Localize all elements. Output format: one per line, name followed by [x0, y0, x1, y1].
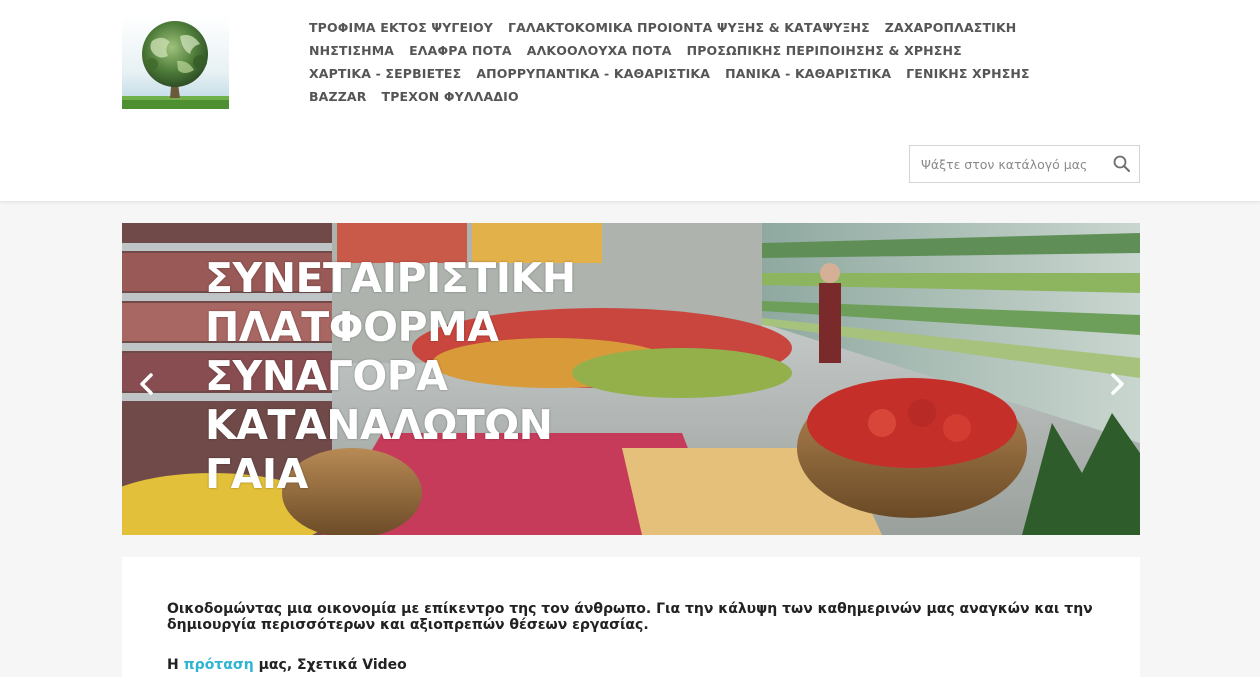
proposal-prefix: Η	[167, 657, 184, 673]
menu-item-current-leaflet[interactable]: ΤΡΕΧΟΝ ΦΥΛΛΑΔΙΟ	[382, 89, 519, 104]
chevron-left-icon[interactable]	[135, 369, 159, 399]
menu-row: ΤΡΟΦΙΜΑ ΕΚΤΟΣ ΨΥΓΕΙΟΥ ΓΑΛΑΚΤΟΚΟΜΙΚΑ ΠΡΟΙ…	[309, 16, 1109, 39]
menu-item-bazzar[interactable]: BAZZAR	[309, 89, 367, 104]
hero-carousel: ΣΥΝΕΤΑΙΡΙΣΤΙΚΗ ΠΛΑΤΦΟΡΜΑ ΣΥΝΑΓΟΡΑ ΚΑΤΑΝΑ…	[122, 223, 1140, 535]
menu-item-detergents[interactable]: ΑΠΟΡΡΥΠΑΝΤΙΚΑ - ΚΑΘΑΡΙΣΤΙΚΑ	[476, 66, 710, 81]
proposal-link[interactable]: πρόταση	[184, 657, 254, 673]
menu-row: BAZZAR ΤΡΕΧΟΝ ΦΥΛΛΑΔΙΟ	[309, 85, 1109, 108]
menu-row: ΧΑΡΤΙΚΑ - ΣΕΡΒΙΕΤΕΣ ΑΠΟΡΡΥΠΑΝΤΙΚΑ - ΚΑΘΑ…	[309, 62, 1109, 85]
proposal-line: Η πρόταση μας, Σχετικά Video	[167, 657, 407, 673]
menu-item-soft-drinks[interactable]: ΕΛΑΦΡΑ ΠΟΤΑ	[409, 43, 512, 58]
search-input[interactable]	[910, 146, 1106, 182]
chevron-right-icon[interactable]	[1105, 369, 1129, 399]
hero-title: ΣΥΝΕΤΑΙΡΙΣΤΙΚΗ ΠΛΑΤΦΟΡΜΑ ΣΥΝΑΓΟΡΑ ΚΑΤΑΝΑ…	[205, 254, 625, 499]
search-icon[interactable]	[1111, 153, 1133, 175]
hero-title-line: ΣΥΝΕΤΑΙΡΙΣΤΙΚΗ	[205, 254, 576, 302]
menu-item-paper-napkins[interactable]: ΧΑΡΤΙΚΑ - ΣΕΡΒΙΕΤΕΣ	[309, 66, 461, 81]
menu-item-confectionery[interactable]: ΖΑΧΑΡΟΠΛΑΣΤΙΚΗ	[885, 20, 1017, 35]
menu-item-personal-care[interactable]: ΠΡΟΣΩΠΙΚΗΣ ΠΕΡΙΠΟΙΗΣΗΣ & ΧΡΗΣΗΣ	[687, 43, 962, 58]
category-menu: ΤΡΟΦΙΜΑ ΕΚΤΟΣ ΨΥΓΕΙΟΥ ΓΑΛΑΚΤΟΚΟΜΙΚΑ ΠΡΟΙ…	[309, 16, 1109, 108]
hero-title-line: ΓΑΙΑ	[205, 450, 308, 498]
menu-item-cloths[interactable]: ΠΑΝΙΚΑ - ΚΑΘΑΡΙΣΤΙΚΑ	[725, 66, 891, 81]
site-header: ΤΡΟΦΙΜΑ ΕΚΤΟΣ ΨΥΓΕΙΟΥ ΓΑΛΑΚΤΟΚΟΜΙΚΑ ΠΡΟΙ…	[0, 0, 1260, 201]
site-logo[interactable]	[122, 16, 229, 109]
menu-item-dairy-frozen[interactable]: ΓΑΛΑΚΤΟΚΟΜΙΚΑ ΠΡΟΙΟΝΤΑ ΨΥΞΗΣ & ΚΑΤΑΨΥΞΗΣ	[508, 20, 870, 35]
menu-item-fridge-free-food[interactable]: ΤΡΟΦΙΜΑ ΕΚΤΟΣ ΨΥΓΕΙΟΥ	[309, 20, 493, 35]
proposal-suffix: μας, Σχετικά Video	[253, 657, 407, 673]
catalog-search	[909, 145, 1140, 183]
menu-row: ΝΗΣΤΙΣΗΜΑ ΕΛΑΦΡΑ ΠΟΤΑ ΑΛΚΟΟΛΟΥΧΑ ΠΟΤΑ ΠΡ…	[309, 39, 1109, 62]
tree-globe-logo-icon	[122, 16, 229, 109]
intro-panel: Οικοδομώντας μια οικονομία με επίκεντρο …	[122, 557, 1140, 677]
hero-title-line: ΠΛΑΤΦΟΡΜΑ	[205, 303, 499, 351]
hero-title-line: ΣΥΝΑΓΟΡΑ	[205, 352, 448, 400]
menu-item-alcoholic-drinks[interactable]: ΑΛΚΟΟΛΟΥΧΑ ΠΟΤΑ	[527, 43, 672, 58]
menu-item-fasting-food[interactable]: ΝΗΣΤΙΣΗΜΑ	[309, 43, 394, 58]
intro-text: Οικοδομώντας μια οικονομία με επίκεντρο …	[167, 601, 1093, 633]
hero-title-line: ΚΑΤΑΝΑΛΩΤΩΝ	[205, 401, 553, 449]
menu-item-general-use[interactable]: ΓΕΝΙΚΗΣ ΧΡΗΣΗΣ	[906, 66, 1030, 81]
